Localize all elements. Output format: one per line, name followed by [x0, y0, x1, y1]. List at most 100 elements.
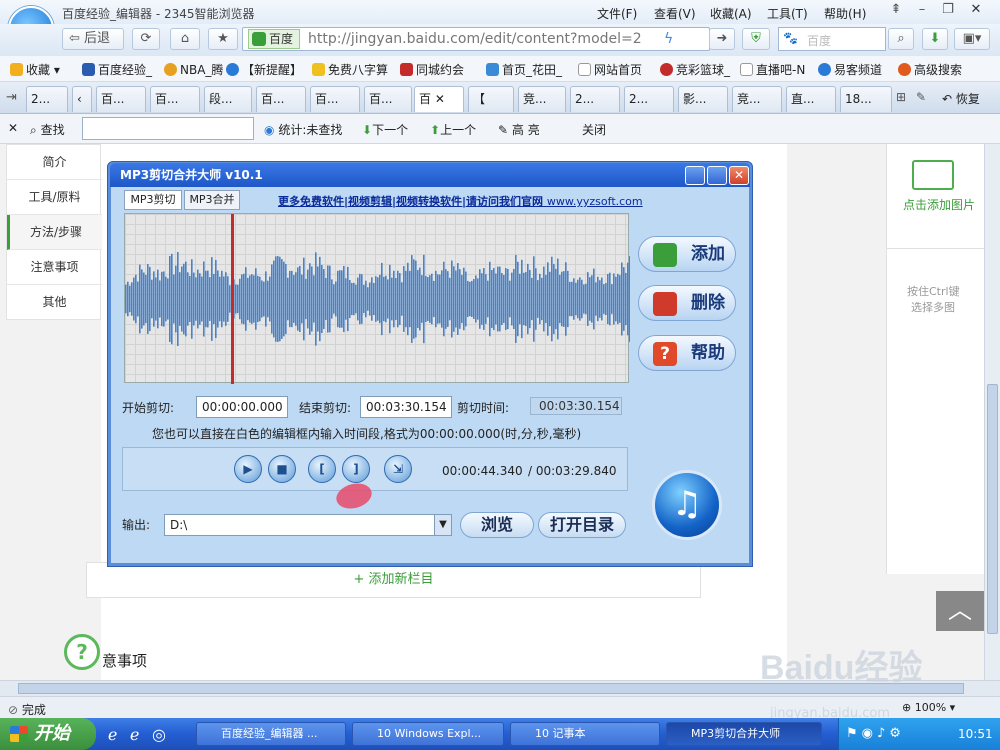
tools-dropdown-button[interactable]: ▣▾ [954, 28, 990, 50]
fav-item[interactable]: 竞彩篮球_ [660, 61, 730, 78]
waveform[interactable] [124, 213, 631, 384]
url-text[interactable]: http://jingyan.baidu.com/edit/content?mo… [308, 31, 642, 47]
menu-view[interactable]: 查看(V) [654, 5, 696, 22]
task-notepad[interactable]: 10 记事本 [510, 722, 660, 746]
fav-item[interactable]: 易客频道 [818, 61, 882, 78]
task-browser[interactable]: 百度经验_编辑器 ... [196, 722, 346, 746]
vertical-scrollbar[interactable] [984, 144, 1000, 680]
task-mp3-cutter[interactable]: MP3剪切合并大师 [666, 722, 822, 746]
search-input[interactable]: 百度 🐾 [778, 27, 886, 51]
tab-item[interactable]: ‹ [72, 86, 92, 112]
sidebar-toggle-icon[interactable]: ⇥ [6, 90, 17, 105]
fav-item[interactable]: NBA_腾 [164, 61, 223, 78]
image-add-icon[interactable] [912, 160, 954, 190]
set-start-button[interactable]: [ [308, 455, 336, 483]
tray-icons[interactable]: ⚑◉♪⚙ [846, 726, 905, 741]
fav-item[interactable]: 高级搜索 [898, 61, 962, 78]
ie-icon[interactable]: ℯ [108, 725, 117, 744]
find-input[interactable] [82, 117, 254, 140]
nav-tools[interactable]: 工具/原料 [7, 180, 102, 215]
tab-item[interactable]: 2... [26, 86, 68, 112]
tools-icon[interactable]: ✎ [916, 90, 926, 104]
chevron-down-icon[interactable]: ▼ [434, 515, 451, 535]
home-button[interactable]: ⌂ [170, 28, 200, 50]
end-cut-input[interactable]: 00:03:30.154 [360, 396, 452, 418]
security-button[interactable]: ⛨ [742, 28, 770, 50]
add-button[interactable]: 添加 [638, 236, 736, 272]
tab-item[interactable]: 直... [786, 86, 836, 112]
nav-notes[interactable]: 注意事项 [7, 250, 102, 285]
open-directory-button[interactable]: 打开目录 [538, 512, 626, 538]
delete-button[interactable]: 删除 [638, 285, 736, 321]
browser-quick-icon-2[interactable]: ◎ [152, 725, 166, 744]
help-button[interactable]: ? 帮助 [638, 335, 736, 371]
zoom-level[interactable]: ⊕ 100% ▾ [902, 701, 955, 714]
dialog-maximize-button[interactable] [707, 166, 727, 185]
favorite-star-button[interactable]: ★ [208, 28, 238, 50]
tab-item[interactable]: 百... [150, 86, 200, 112]
tab-item[interactable]: 百... [310, 86, 360, 112]
tab-item[interactable]: 2... [570, 86, 620, 112]
find-prev-button[interactable]: ⬆上一个 [430, 121, 476, 138]
music-note-icon[interactable]: ♫ [652, 470, 722, 540]
tab-item[interactable]: 2... [624, 86, 674, 112]
back-button[interactable]: ⇦ 后退 [62, 28, 124, 50]
tab-active[interactable]: 百 ✕ [414, 86, 464, 112]
pin-icon[interactable]: ⇞ [884, 2, 908, 20]
find-close-button[interactable]: 关闭 [582, 121, 606, 138]
tab-item[interactable]: 竞... [732, 86, 782, 112]
tab-item[interactable]: 【 [468, 86, 514, 112]
tab-item[interactable]: 百... [256, 86, 306, 112]
search-button[interactable]: ⌕ [888, 28, 914, 50]
tab-item[interactable]: 18... [840, 86, 892, 112]
tab-mp3-cut[interactable]: MP3剪切 [124, 190, 182, 210]
back-to-top-button[interactable]: ︿ [936, 591, 984, 631]
scroll-thumb[interactable] [987, 384, 998, 634]
add-section-button[interactable]: + 添加新栏目 [86, 562, 701, 598]
download-button[interactable]: ⬇ [922, 28, 948, 50]
menu-help[interactable]: 帮助(H) [824, 5, 866, 22]
start-cut-input[interactable]: 00:00:00.000 [196, 396, 288, 418]
play-button[interactable]: ▶ [234, 455, 262, 483]
playhead[interactable] [231, 214, 234, 384]
fav-item[interactable]: 直播吧-N [740, 61, 805, 78]
fav-item[interactable]: 网站首页 [578, 61, 642, 78]
add-image-link[interactable]: 点击添加图片 [903, 196, 975, 213]
promo-link[interactable]: 更多免费软件|视频剪辑|视频转换软件|请访问我们官网 www.yyzsoft.c… [278, 193, 643, 209]
go-button[interactable]: ➜ [709, 28, 735, 50]
fav-item[interactable]: 百度经验_ [82, 61, 152, 78]
new-tab-icon[interactable]: ⊞ [896, 90, 906, 104]
fav-item[interactable]: 同城约会 [400, 61, 464, 78]
menu-tools[interactable]: 工具(T) [767, 5, 808, 22]
close-tab-icon[interactable]: ✕ [435, 92, 445, 106]
set-end-button[interactable]: ] [342, 455, 370, 483]
output-select[interactable]: D:\ ▼ [164, 514, 452, 536]
close-window-button[interactable]: ✕ [964, 2, 988, 20]
browse-button[interactable]: 浏览 [460, 512, 534, 538]
tab-item[interactable]: 段... [204, 86, 252, 112]
menu-file[interactable]: 文件(F) [597, 5, 637, 22]
lightning-icon[interactable]: ϟ [664, 31, 673, 47]
fav-item[interactable]: 首页_花田_ [486, 61, 562, 78]
dialog-close-button[interactable]: ✕ [729, 166, 749, 185]
refresh-button[interactable]: ⟳ [132, 28, 160, 50]
stop-button[interactable]: ■ [268, 455, 296, 483]
tab-item[interactable]: 竞... [518, 86, 566, 112]
nav-other[interactable]: 其他 [7, 285, 102, 320]
highlight-button[interactable]: ✎ 高 亮 [498, 121, 540, 138]
find-next-button[interactable]: ⬇下一个 [362, 121, 408, 138]
restore-tabs-button[interactable]: ↶ 恢复 [942, 90, 980, 107]
restore-button[interactable]: ❐ [936, 2, 960, 20]
play-selection-button[interactable]: ⇲ [384, 455, 412, 483]
fav-item[interactable]: 免费八字算 [312, 61, 388, 78]
nav-intro[interactable]: 简介 [7, 145, 102, 180]
tab-item[interactable]: 百... [364, 86, 412, 112]
fav-item[interactable]: 【新提醒】 [226, 61, 302, 78]
menu-favorites[interactable]: 收藏(A) [710, 5, 752, 22]
dialog-minimize-button[interactable] [685, 166, 705, 185]
minimize-button[interactable]: – [910, 2, 934, 20]
nav-steps[interactable]: 方法/步骤 [7, 215, 102, 250]
tab-item[interactable]: 百... [96, 86, 146, 112]
fav-collect[interactable]: 收藏 ▾ [10, 61, 60, 78]
close-find-icon[interactable]: ✕ [8, 121, 18, 135]
